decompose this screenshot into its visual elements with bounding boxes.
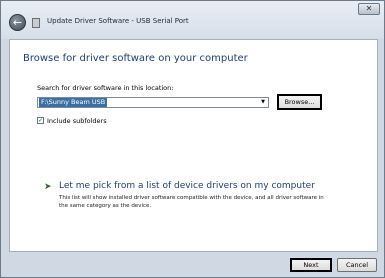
include-subfolders-label[interactable]: Include subfolders <box>47 117 107 125</box>
next-button[interactable]: Next <box>290 258 332 272</box>
update-driver-window: ← Update Driver Software - USB Serial Po… <box>0 0 385 278</box>
browse-button[interactable]: Browse... <box>277 94 322 110</box>
close-button[interactable]: ✕ <box>358 3 380 15</box>
location-combobox[interactable]: F:\Sunny Beam USB ▼ <box>37 97 269 108</box>
cancel-button[interactable]: Cancel <box>337 258 377 272</box>
location-value[interactable]: F:\Sunny Beam USB <box>39 98 108 107</box>
search-location-label: Search for driver software in this locat… <box>37 84 174 92</box>
page-heading: Browse for driver software on your compu… <box>23 53 248 64</box>
pick-from-list-description: This list will show installed driver sof… <box>59 195 324 209</box>
include-subfolders-checkbox[interactable]: ✓ <box>37 117 44 124</box>
pick-from-list-link[interactable]: Let me pick from a list of device driver… <box>59 181 315 191</box>
driver-device-icon <box>32 18 40 28</box>
content-panel <box>9 39 378 252</box>
window-title: Update Driver Software - USB Serial Port <box>47 17 189 25</box>
chevron-down-icon[interactable]: ▼ <box>261 99 265 106</box>
title-bar: ← Update Driver Software - USB Serial Po… <box>1 1 384 39</box>
green-arrow-icon[interactable]: ➤ <box>44 182 52 192</box>
back-arrow-icon[interactable]: ← <box>9 14 26 31</box>
